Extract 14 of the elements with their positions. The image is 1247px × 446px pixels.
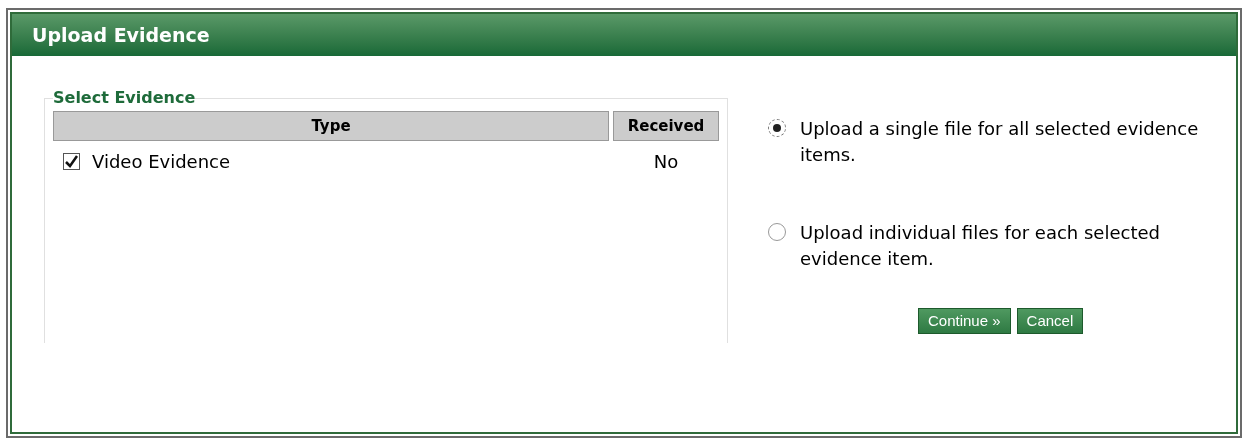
table-cell-text: Video Evidence <box>92 149 232 174</box>
column-header: Type <box>53 111 609 141</box>
group-legend: Select Evidence <box>53 86 196 110</box>
checkmark-icon <box>65 154 78 168</box>
column-header: Received <box>613 111 719 141</box>
option-label: Upload a single file for all selected evidence items. <box>800 117 1200 167</box>
table-cell-text: No <box>652 149 680 174</box>
checkbox[interactable] <box>63 152 80 170</box>
radio-button[interactable] <box>768 223 786 241</box>
continue-button[interactable]: Continue » <box>918 308 1011 334</box>
radio-button[interactable] <box>768 119 786 137</box>
cancel-button[interactable]: Cancel <box>1016 308 1084 334</box>
option-label: Upload individual files for each selected evidence item. <box>800 221 1161 271</box>
window-title: Upload Evidence <box>32 22 210 48</box>
